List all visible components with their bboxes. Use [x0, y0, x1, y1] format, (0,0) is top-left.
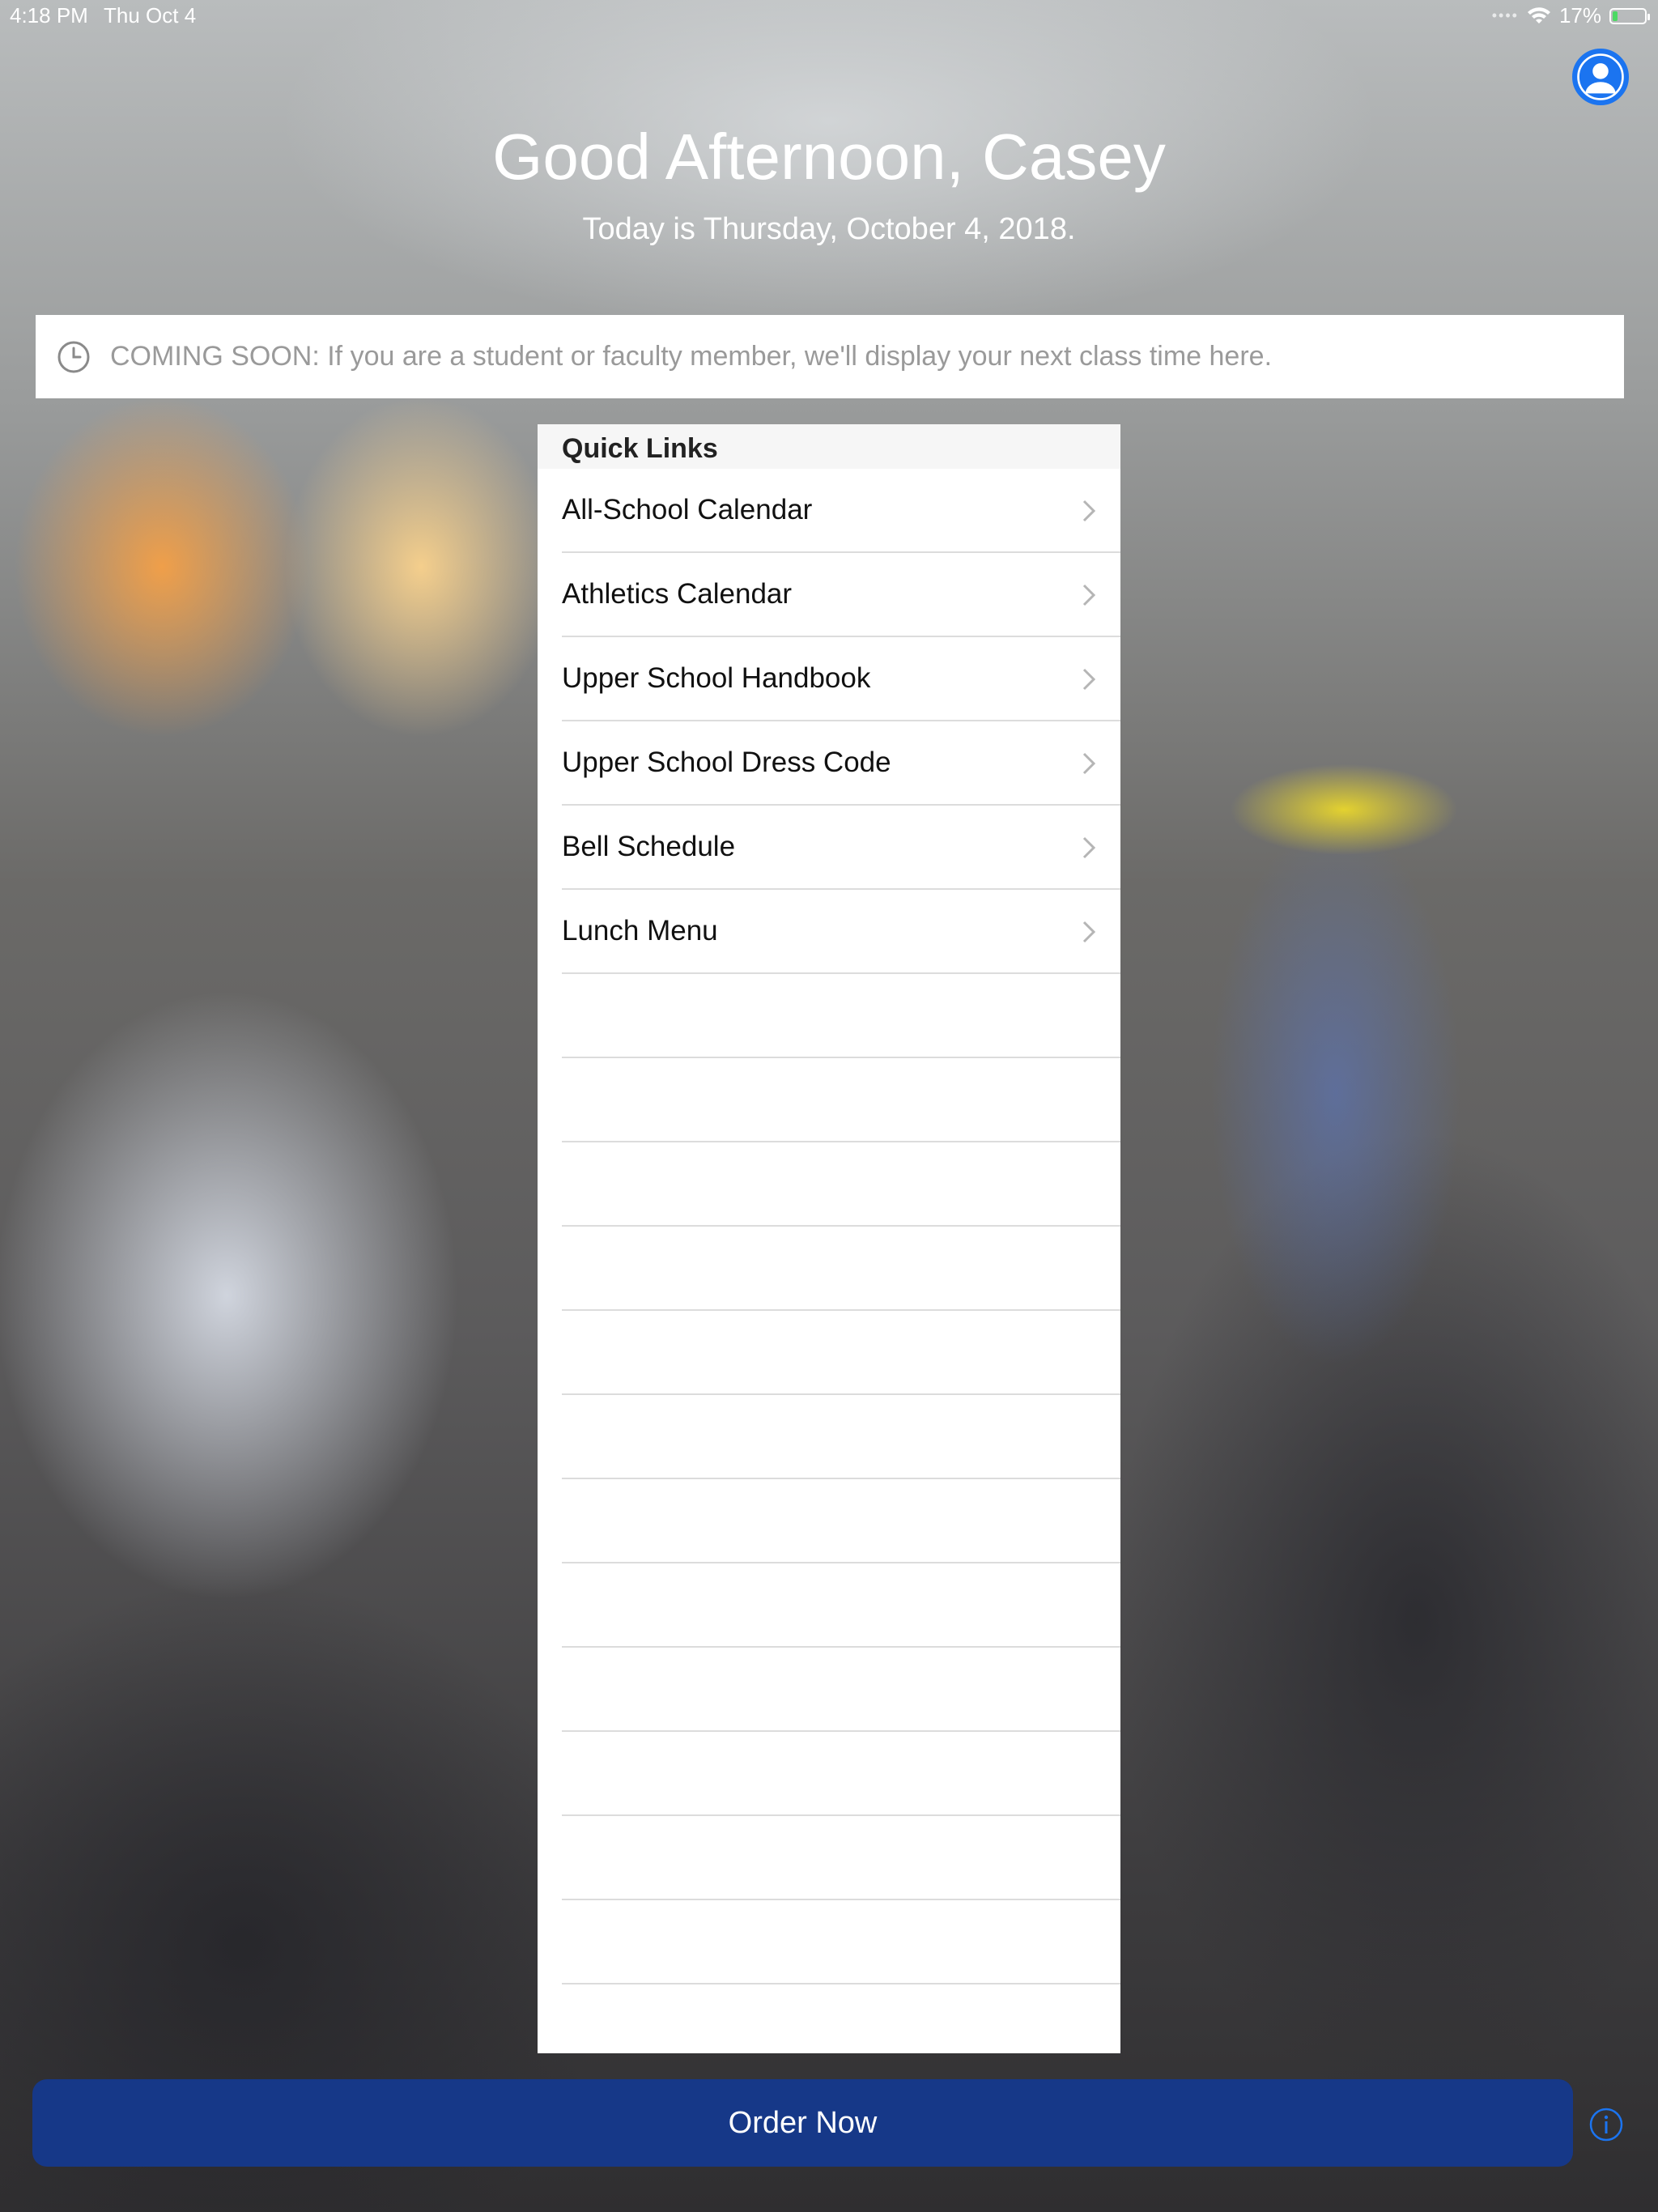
next-class-banner: COMING SOON: If you are a student or fac…	[36, 315, 1624, 398]
wifi-icon	[1527, 6, 1550, 23]
quick-link-label: Athletics Calendar	[562, 578, 793, 610]
chevron-right-icon	[1082, 584, 1096, 606]
chevron-right-icon	[1082, 752, 1096, 775]
empty-table-row	[562, 1311, 1120, 1395]
quick-link-label: Lunch Menu	[562, 915, 718, 946]
quick-link-athletics-calendar[interactable]: Athletics Calendar	[562, 553, 1120, 637]
quick-link-lunch-menu[interactable]: Lunch Menu	[562, 890, 1120, 974]
quick-links-title: Quick Links	[538, 424, 1120, 469]
empty-table-row	[562, 1058, 1120, 1142]
chevron-right-icon	[1082, 500, 1096, 522]
quick-link-label: Bell Schedule	[562, 831, 736, 862]
empty-table-row	[562, 1984, 1120, 2053]
profile-button[interactable]	[1572, 49, 1629, 105]
user-icon	[1577, 53, 1624, 100]
empty-table-row	[562, 1142, 1120, 1227]
empty-table-row	[562, 974, 1120, 1058]
empty-table-row	[562, 1563, 1120, 1648]
chevron-right-icon	[1082, 921, 1096, 943]
empty-table-row	[562, 1648, 1120, 1732]
empty-table-row	[562, 1816, 1120, 1900]
empty-table-row	[562, 1227, 1120, 1311]
battery-percent: 17%	[1558, 3, 1601, 28]
chevron-right-icon	[1082, 836, 1096, 859]
status-date: Thu Oct 4	[104, 3, 197, 28]
empty-table-row	[562, 1395, 1120, 1479]
battery-level	[1613, 11, 1618, 21]
clock-icon	[57, 341, 90, 372]
chevron-right-icon	[1082, 668, 1096, 691]
quick-link-all-school-calendar[interactable]: All-School Calendar	[562, 469, 1120, 553]
status-bar: 4:18 PM Thu Oct 4 •••• 17%	[0, 0, 1658, 32]
date-subtitle: Today is Thursday, October 4, 2018.	[582, 212, 1076, 246]
quick-links-panel: Quick Links All-School Calendar Athletic…	[538, 424, 1120, 2053]
banner-text: COMING SOON: If you are a student or fac…	[110, 341, 1273, 372]
quick-link-upper-school-handbook[interactable]: Upper School Handbook	[562, 637, 1120, 721]
empty-table-row	[562, 1900, 1120, 1984]
quick-link-label: All-School Calendar	[562, 494, 813, 525]
status-time: 4:18 PM	[10, 3, 88, 28]
quick-link-label: Upper School Handbook	[562, 662, 871, 694]
greeting-title: Good Afternoon, Casey	[492, 121, 1166, 193]
quick-link-upper-school-dress-code[interactable]: Upper School Dress Code	[562, 721, 1120, 806]
empty-table-row	[562, 1732, 1120, 1816]
quick-link-label: Upper School Dress Code	[562, 747, 891, 778]
order-now-button[interactable]: Order Now	[32, 2079, 1573, 2167]
cellular-signal-icon: ••••	[1491, 7, 1519, 23]
quick-link-bell-schedule[interactable]: Bell Schedule	[562, 806, 1120, 890]
status-indicators: •••• 17%	[1491, 3, 1650, 28]
info-icon[interactable]	[1588, 2107, 1624, 2142]
empty-table-row	[562, 1479, 1120, 1563]
battery-icon	[1609, 7, 1650, 24]
